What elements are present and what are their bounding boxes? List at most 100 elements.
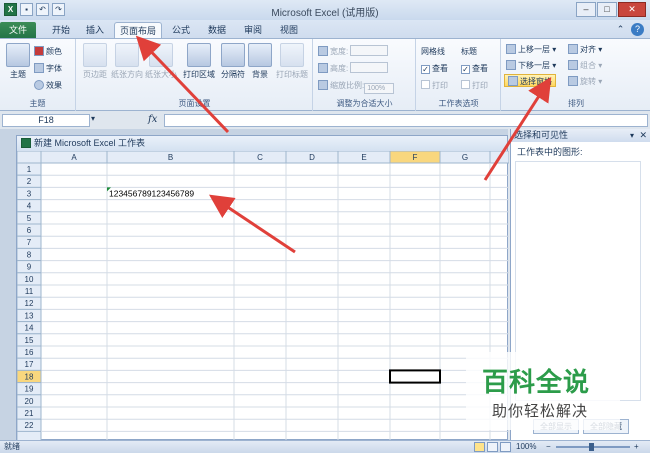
name-box-dropdown-icon[interactable]: ▾ (91, 114, 95, 123)
insert-function-icon[interactable]: fx (148, 114, 157, 125)
print-titles-icon (280, 43, 304, 67)
height-control[interactable]: 高度: (318, 62, 389, 75)
formula-input[interactable] (164, 114, 648, 127)
scale-control[interactable]: 缩放比例: 100% (318, 79, 395, 94)
group-arrange-label: 排列 (568, 99, 584, 108)
bring-forward-icon (506, 44, 516, 54)
row-header-label: 15 (25, 336, 34, 345)
width-control[interactable]: 宽度: (318, 45, 389, 58)
print-area-icon (187, 43, 211, 67)
effects-button[interactable]: 效果 (34, 79, 62, 92)
spreadsheet-grid[interactable]: A B C D E F G123456789101112131415161718192021… (17, 151, 509, 441)
column-header-label: D (309, 153, 315, 162)
zoom-level[interactable]: 100% (516, 441, 536, 453)
pane-options-icon[interactable]: ▾ (630, 129, 634, 142)
row-header-label: 9 (27, 263, 32, 272)
pane-close-icon[interactable]: ✕ (639, 129, 647, 142)
headings-view-label: 查看 (472, 64, 488, 73)
breaks-button[interactable]: 分隔符 (217, 43, 249, 80)
minimize-ribbon-icon[interactable]: ⌃ (614, 23, 627, 36)
headings-print-checkbox[interactable]: 打印 (461, 79, 488, 92)
align-icon (568, 44, 578, 54)
page-break-view-icon[interactable] (500, 442, 511, 452)
view-buttons (474, 442, 511, 452)
checkbox-icon (461, 80, 470, 89)
colors-button[interactable]: 颜色 (34, 45, 62, 58)
height-label: 高度: (330, 64, 349, 73)
page-layout-view-icon[interactable] (487, 442, 498, 452)
tab-page-layout[interactable]: 页面布局 (114, 22, 162, 39)
normal-view-icon[interactable] (474, 442, 485, 452)
group-objects-button[interactable]: 组合 ▾ (568, 59, 602, 72)
gridlines-print-checkbox[interactable]: 打印 (421, 79, 448, 92)
selection-pane-button[interactable]: 选择窗格 (504, 74, 556, 87)
group-sheet-options-label: 工作表选项 (438, 99, 479, 108)
minimize-button[interactable]: – (576, 2, 596, 17)
themes-button[interactable]: 主题 (2, 43, 34, 80)
window-title: Microsoft Excel (试用版) (271, 8, 379, 19)
width-field[interactable] (350, 45, 389, 56)
tab-view[interactable]: 视图 (274, 22, 304, 39)
close-button[interactable]: ✕ (618, 2, 646, 17)
margins-button[interactable]: 页边距 (79, 43, 111, 80)
checkmark-icon: ✓ (461, 65, 470, 74)
height-field[interactable] (350, 62, 389, 73)
row-header-label: 16 (25, 348, 34, 357)
background-icon (248, 43, 272, 67)
group-scale-label: 调整为合适大小 (336, 99, 393, 108)
orientation-button[interactable]: 纸张方向 (111, 43, 143, 80)
group-page-setup: 页边距 纸张方向 纸张大小 打印区域 分隔符 背景 打印标题 页面设置 (77, 39, 313, 111)
print-area-button[interactable]: 打印区域 (181, 43, 217, 80)
send-backward-icon (506, 60, 516, 70)
row-header-label: 17 (25, 360, 34, 369)
background-button[interactable]: 背景 (247, 43, 273, 80)
group-themes-label: 主题 (29, 99, 46, 108)
active-cell-f18[interactable] (389, 369, 441, 384)
rotate-button[interactable]: 旋转 ▾ (568, 75, 602, 88)
gridlines-view-label: 查看 (432, 64, 448, 73)
zoom-in-button[interactable]: + (634, 441, 639, 453)
tab-data[interactable]: 数据 (202, 22, 232, 39)
restore-button[interactable]: □ (597, 2, 617, 17)
status-ready: 就绪 (4, 442, 20, 451)
scale-label: 缩放比例: (330, 81, 365, 90)
tab-insert[interactable]: 插入 (80, 22, 110, 39)
size-icon (149, 43, 173, 67)
width-label: 宽度: (330, 47, 349, 56)
excel-file-icon (21, 138, 31, 148)
headings-view-checkbox[interactable]: ✓ 查看 (461, 62, 488, 75)
print-titles-label: 打印标题 (276, 70, 308, 79)
group-icon (568, 60, 578, 70)
ribbon: 主题 颜色 字体 效果 主题 页边距 纸张方向 纸张大小 打印区域 分隔符 背景… (0, 38, 650, 111)
row-header-label: 6 (27, 226, 32, 235)
tab-file[interactable]: 文件 (0, 22, 36, 39)
scale-field[interactable]: 100% (364, 83, 395, 94)
fonts-button[interactable]: 字体 (34, 62, 62, 75)
window-controls: – □ ✕ (576, 2, 646, 17)
gridlines-view-checkbox[interactable]: ✓ 查看 (421, 62, 448, 75)
tab-review[interactable]: 审阅 (238, 22, 268, 39)
bring-forward-button[interactable]: 上移一层 ▾ (506, 43, 556, 56)
checkbox-icon (421, 80, 430, 89)
row-header-label: 11 (25, 287, 34, 296)
fonts-label: 字体 (46, 64, 62, 73)
fonts-icon (34, 63, 44, 73)
group-scale-to-fit: 宽度: 高度: 缩放比例: 100% 调整为合适大小 (314, 39, 416, 111)
zoom-out-button[interactable]: − (546, 441, 551, 453)
help-icon[interactable]: ? (631, 23, 644, 36)
group-objects-label: 组合 (580, 61, 596, 70)
checkmark-icon: ✓ (421, 65, 430, 74)
cell-b3-value: 123456789123456789 (109, 188, 194, 198)
row-header-label: 18 (25, 372, 34, 381)
tab-formulas[interactable]: 公式 (166, 22, 196, 39)
headings-label: 标题 (461, 47, 477, 56)
tab-home[interactable]: 开始 (44, 22, 78, 39)
send-backward-button[interactable]: 下移一层 ▾ (506, 59, 556, 72)
size-button[interactable]: 纸张大小 (145, 43, 177, 80)
watermark-subtitle: 助你轻松解决 (492, 403, 589, 420)
print-titles-button[interactable]: 打印标题 (275, 43, 309, 80)
zoom-slider-thumb[interactable] (589, 443, 594, 451)
column-header-label: E (361, 153, 366, 162)
name-box[interactable]: F18 (2, 114, 90, 127)
align-button[interactable]: 对齐 ▾ (568, 43, 602, 56)
